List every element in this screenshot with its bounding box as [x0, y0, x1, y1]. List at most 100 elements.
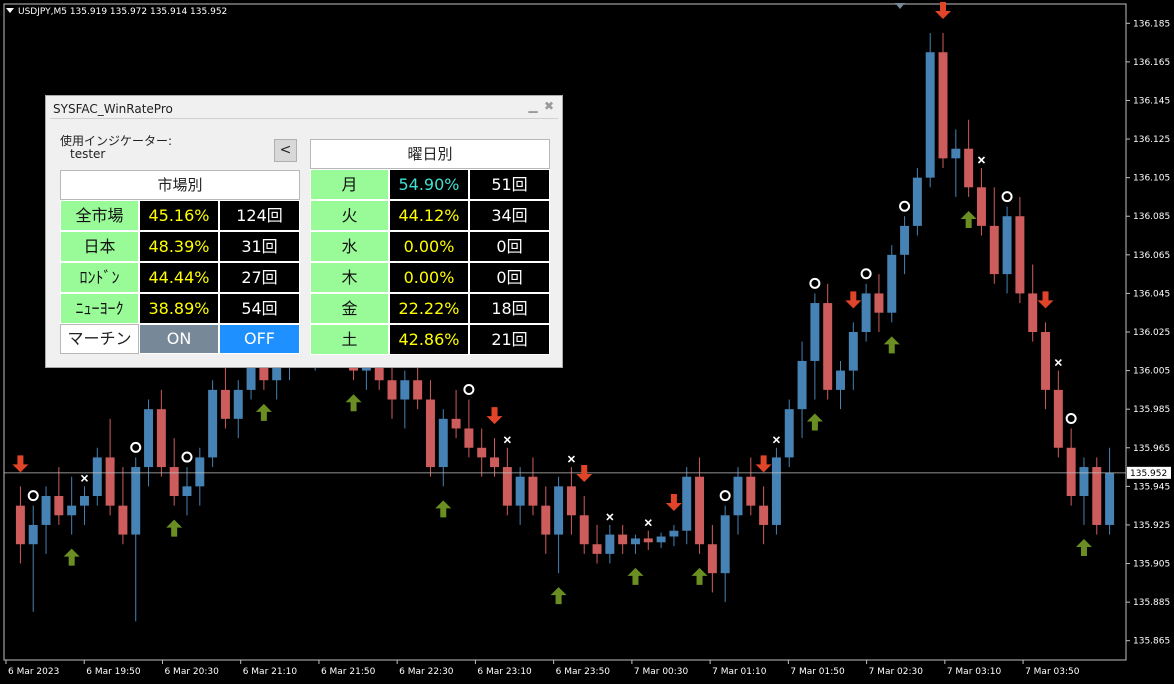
candle-body [28, 524, 38, 545]
market-row-count: 31回 [219, 231, 300, 262]
market-row-label: ﾛﾝﾄﾞﾝ [60, 262, 139, 293]
weekday-row-pct: 0.00% [389, 231, 469, 262]
candle-body [733, 476, 743, 516]
candle-body [1079, 467, 1089, 496]
candle-body [669, 530, 679, 537]
market-row-pct: 45.16% [139, 200, 219, 231]
weekday-row-label: 土 [310, 324, 389, 355]
candle-body [477, 447, 487, 458]
candle-body [451, 418, 461, 429]
weekday-row-label: 金 [310, 293, 389, 324]
weekday-row-pct: 0.00% [389, 262, 469, 293]
price-axis-label: 136.125 [1133, 135, 1170, 145]
martingale-off-button[interactable]: OFF [219, 324, 300, 354]
market-row-count: 124回 [219, 200, 300, 231]
candle-body [1066, 447, 1076, 496]
candle-body [387, 380, 397, 400]
candle-body [425, 399, 435, 468]
price-axis-label: 136.065 [1133, 251, 1170, 261]
down-arrow-icon [1037, 291, 1054, 309]
candle-body [848, 332, 858, 371]
candle-body [989, 225, 999, 275]
candle-body [964, 148, 974, 188]
candle-body [874, 293, 884, 313]
price-axis-label: 136.045 [1133, 289, 1170, 299]
close-icon[interactable]: ✖ [543, 100, 555, 112]
candle-body [797, 360, 807, 410]
weekday-row-pct: 42.86% [389, 324, 469, 355]
down-arrow-icon [576, 465, 593, 482]
candle-body [1092, 467, 1102, 525]
weekday-row-pct: 22.22% [389, 293, 469, 324]
candle-body [579, 515, 589, 545]
candle-body [938, 52, 948, 159]
circle-marker-icon [899, 200, 911, 212]
martingale-on-button[interactable]: ON [139, 324, 219, 354]
circle-marker-icon [181, 451, 193, 463]
back-button[interactable]: < [274, 139, 297, 162]
cross-marker-icon [606, 513, 614, 521]
candle-body [528, 476, 538, 506]
candle-body [759, 505, 769, 525]
price-axis-label: 136.025 [1133, 328, 1170, 338]
minimize-icon[interactable]: ▁ [527, 100, 539, 112]
weekday-row-count: 21回 [469, 324, 550, 355]
time-axis-label: 6 Mar 23:50 [556, 667, 611, 677]
candle-body [144, 409, 154, 468]
circle-marker-icon [809, 277, 821, 289]
up-arrow-icon [345, 394, 362, 412]
candle-body [400, 380, 410, 400]
market-row-count: 54回 [219, 293, 300, 324]
market-row-label: 全市場 [60, 200, 139, 231]
candle-body [836, 370, 845, 390]
down-arrow-icon [665, 493, 682, 511]
down-arrow-icon [12, 455, 29, 473]
candle-body [1041, 332, 1051, 390]
candle-body [618, 534, 628, 545]
time-axis-label: 6 Mar 2023 [8, 667, 59, 677]
price-axis-label: 135.905 [1133, 560, 1170, 570]
market-row-count: 27回 [219, 262, 300, 293]
price-axis-label: 135.865 [1133, 637, 1170, 647]
current-price-label: 135.952 [1130, 469, 1167, 479]
weekday-header: 曜日別 [310, 139, 550, 169]
circle-marker-icon [1001, 191, 1013, 203]
candle-body [413, 380, 423, 400]
dropdown-triangle-icon[interactable] [6, 8, 14, 13]
market-header: 市場別 [60, 170, 300, 200]
weekday-row-pct: 54.90% [389, 169, 469, 200]
time-axis-label: 7 Mar 01:50 [790, 667, 845, 677]
candle-body [912, 177, 922, 226]
weekday-row-count: 0回 [469, 262, 550, 293]
candle-body [810, 303, 820, 361]
candle-body [156, 409, 166, 468]
up-arrow-icon [255, 403, 272, 421]
time-axis-label: 7 Mar 03:50 [1025, 667, 1080, 677]
scroll-marker-icon [895, 3, 905, 9]
candle-body [656, 536, 666, 543]
candle-body [771, 457, 781, 525]
price-axis-label: 135.965 [1133, 444, 1170, 454]
candle-body [1015, 216, 1025, 294]
cross-marker-icon [503, 436, 511, 444]
candle-body [630, 538, 640, 545]
candle-body [695, 476, 705, 545]
circle-marker-icon [130, 441, 142, 453]
weekday-row-label: 木 [310, 262, 389, 293]
price-axis-label: 136.165 [1133, 58, 1170, 68]
candle-body [118, 505, 128, 535]
circle-marker-icon [27, 490, 39, 502]
candle-body [887, 254, 897, 313]
winrate-panel: SYSFAC_WinRatePro ▁ ✖ 使用インジケーター: tester … [45, 95, 563, 368]
price-axis-label: 135.925 [1133, 521, 1170, 531]
price-axis-label: 136.085 [1133, 212, 1170, 222]
candle-body [1002, 216, 1012, 275]
weekday-row-label: 火 [310, 200, 389, 231]
weekday-row-label: 水 [310, 231, 389, 262]
martingale-label: マーチン [60, 324, 139, 354]
price-axis-label: 136.005 [1133, 367, 1170, 377]
candle-body [182, 486, 192, 496]
up-arrow-icon [435, 500, 452, 518]
price-axis-label: 136.105 [1133, 174, 1170, 184]
candle-body [131, 467, 141, 535]
